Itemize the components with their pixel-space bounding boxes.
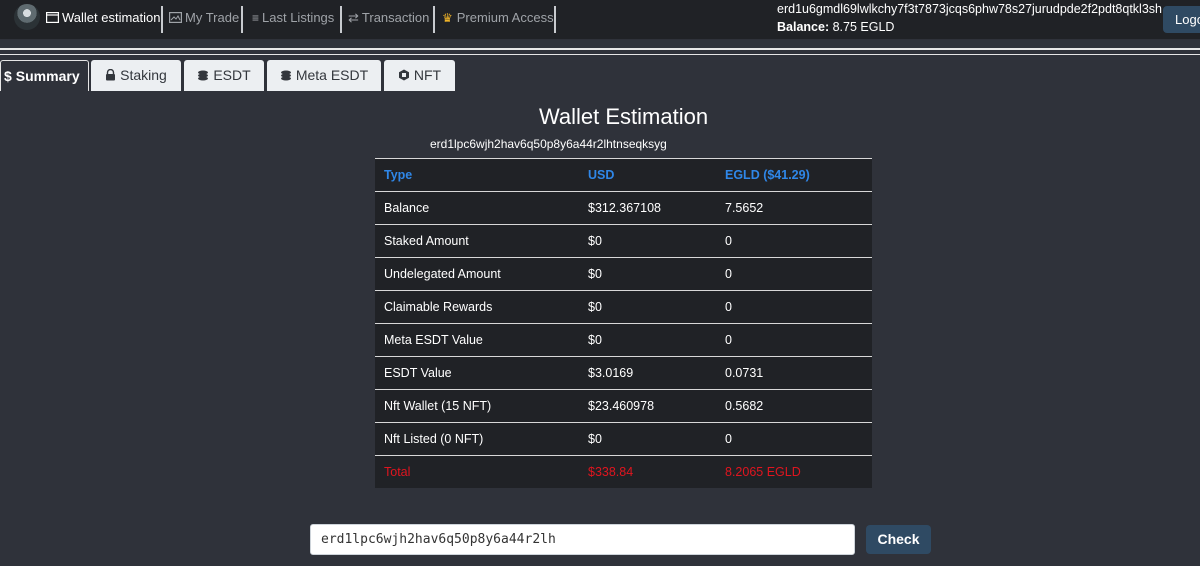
balance-label: Balance:: [777, 20, 830, 34]
row-egld: 0: [716, 224, 872, 258]
row-usd: $0: [579, 323, 716, 357]
page-title: Wallet Estimation: [538, 104, 709, 129]
tab-summary[interactable]: $ Summary: [0, 60, 89, 91]
header-divider: [0, 48, 1200, 50]
row-egld: 0: [716, 257, 872, 291]
table-row: Claimable Rewards $0 0: [375, 290, 872, 324]
estimation-table: Type USD EGLD ($41.29) Balance $312.3671…: [375, 158, 872, 488]
tab-label: ESDT: [213, 67, 251, 83]
row-egld: 0: [716, 323, 872, 357]
tab-staking[interactable]: Staking: [91, 60, 181, 91]
table-row: Nft Listed (0 NFT) $0 0: [375, 422, 872, 456]
row-type: Undelegated Amount: [375, 257, 579, 291]
check-button[interactable]: Check: [866, 525, 931, 554]
row-usd: $0: [579, 290, 716, 324]
nav-transaction[interactable]: ⇄ Transaction: [342, 6, 429, 33]
row-usd: $0: [579, 257, 716, 291]
row-egld: 7.5652: [716, 191, 872, 225]
nav-label: Last Listings: [262, 10, 335, 25]
coins-icon: [280, 70, 291, 81]
top-navbar: Wallet estimation My Trade ≡ Last Listing…: [0, 0, 1200, 39]
nav-my-trade[interactable]: My Trade: [163, 6, 239, 33]
wallet-address: erd1lpc6wjh2hav6q50p8y6a44r2lhtnseqksyg: [430, 137, 667, 151]
table-row: Nft Wallet (15 NFT) $23.460978 0.5682: [375, 389, 872, 423]
list-icon: ≡: [252, 10, 260, 25]
row-usd: $23.460978: [579, 389, 716, 423]
table-row: Balance $312.367108 7.5652: [375, 191, 872, 225]
nav-premium-access[interactable]: ♛ Premium Access: [436, 6, 554, 33]
tab-label: Summary: [15, 68, 80, 84]
lock-icon: [106, 69, 116, 81]
nav-label: My Trade: [185, 10, 240, 25]
nav-last-listings[interactable]: ≡ Last Listings: [246, 6, 334, 33]
nft-icon: [398, 69, 409, 81]
table-total-row: Total $338.84 8.2065 EGLD: [375, 455, 872, 488]
nav-label: Wallet estimation: [62, 10, 161, 25]
wallet-address-input[interactable]: [310, 524, 855, 555]
row-type: ESDT Value: [375, 356, 579, 390]
exchange-icon: ⇄: [348, 9, 359, 25]
tab-label: Meta ESDT: [295, 67, 369, 83]
table-row: ESDT Value $3.0169 0.0731: [375, 356, 872, 390]
nav-wallet-estimation[interactable]: Wallet estimation: [40, 6, 161, 33]
table-row: Staked Amount $0 0: [375, 224, 872, 258]
row-usd: $312.367108: [579, 191, 716, 225]
account-address: erd1u6gmdl69lwlkchy7f3t7873jcqs6phw78s27…: [777, 2, 1162, 16]
nav-divider: [241, 6, 243, 33]
nav-label: Premium Access: [456, 10, 554, 25]
tab-label: Staking: [120, 67, 167, 83]
nav-divider: [554, 6, 556, 33]
user-avatar[interactable]: [14, 4, 40, 30]
row-usd: $0: [579, 422, 716, 456]
tab-label: NFT: [413, 67, 442, 83]
row-egld: 0: [716, 422, 872, 456]
column-header: EGLD ($41.29): [716, 158, 872, 192]
picture-icon: [169, 12, 182, 24]
total-egld: 8.2065 EGLD: [716, 455, 872, 488]
wallet-icon: [46, 12, 59, 24]
tab-esdt[interactable]: ESDT: [184, 60, 264, 91]
row-type: Meta ESDT Value: [375, 323, 579, 357]
nav-label: Transaction: [361, 10, 430, 25]
tab-nft[interactable]: NFT: [384, 60, 455, 91]
table-row: Meta ESDT Value $0 0: [375, 323, 872, 357]
tab-meta-esdt[interactable]: Meta ESDT: [267, 60, 381, 91]
logout-button[interactable]: Logout: [1163, 6, 1200, 33]
total-label: Total: [375, 455, 579, 488]
coins-icon: [198, 70, 209, 81]
nav-divider: [433, 6, 435, 33]
row-usd: $3.0169: [579, 356, 716, 390]
dollar-icon: $: [4, 68, 12, 85]
total-usd: $338.84: [579, 455, 716, 488]
row-usd: $0: [579, 224, 716, 258]
table-row: Undelegated Amount $0 0: [375, 257, 872, 291]
column-header: USD: [579, 158, 716, 192]
row-type: Claimable Rewards: [375, 290, 579, 324]
row-egld: 0.5682: [716, 389, 872, 423]
row-type: Staked Amount: [375, 224, 579, 258]
column-header: Type: [375, 158, 579, 192]
table-header-row: Type USD EGLD ($41.29): [375, 158, 872, 192]
balance-value: 8.75 EGLD: [832, 20, 895, 34]
crown-icon: ♛: [442, 11, 453, 25]
row-type: Balance: [375, 191, 579, 225]
account-balance: Balance: 8.75 EGLD: [777, 20, 894, 34]
row-type: Nft Wallet (15 NFT): [375, 389, 579, 423]
row-egld: 0: [716, 290, 872, 324]
header-divider: [0, 54, 1200, 55]
row-type: Nft Listed (0 NFT): [375, 422, 579, 456]
row-egld: 0.0731: [716, 356, 872, 390]
